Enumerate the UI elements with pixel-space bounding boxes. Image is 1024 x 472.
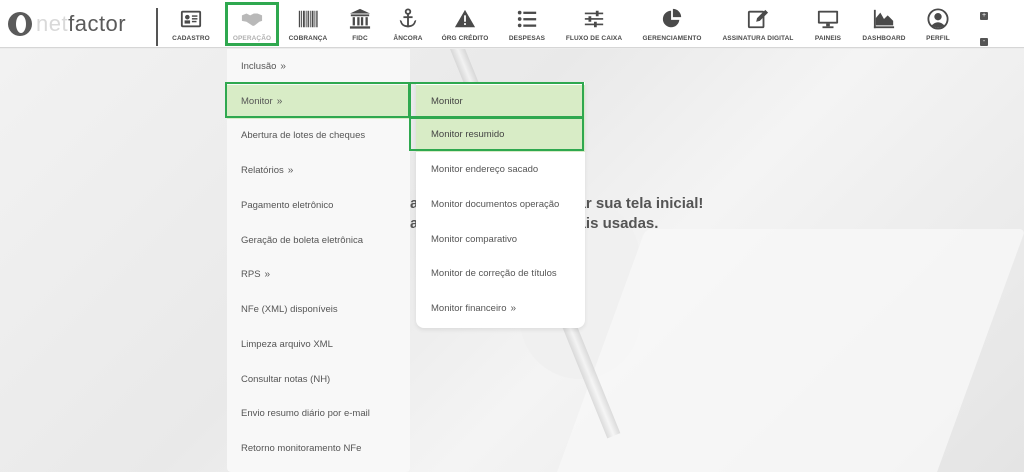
nav-label: PERFIL bbox=[926, 35, 950, 42]
menu-item-geracao-boleta[interactable]: Geração de boleta eletrônica bbox=[227, 224, 410, 258]
logo-text-factor: factor bbox=[68, 11, 127, 36]
nav-label: ÓRG CRÉDITO bbox=[441, 35, 489, 42]
menu-item-limpeza-xml[interactable]: Limpeza arquivo XML bbox=[227, 328, 410, 362]
warning-icon bbox=[454, 9, 476, 28]
top-navbar: net factor CADASTRO OPERAÇÃO COBRANÇA FI… bbox=[0, 0, 1024, 48]
menu-item-consultar-notas[interactable]: Consultar notas (NH) bbox=[227, 363, 410, 397]
menu-item-label: Monitor bbox=[241, 96, 273, 107]
logo-divider bbox=[156, 8, 158, 46]
expand-button[interactable]: + bbox=[980, 12, 988, 20]
menu-item-inclusao[interactable]: Inclusão» bbox=[227, 50, 410, 84]
menu-item-label: Pagamento eletrônico bbox=[241, 200, 334, 211]
submenu-item-monitor-documentos-operacao[interactable]: Monitor documentos operação bbox=[416, 188, 585, 222]
menu-item-label: Retorno monitoramento NFe bbox=[241, 443, 362, 454]
nav-label: PAINEIS bbox=[814, 35, 842, 42]
menu-item-label: Abertura de lotes de cheques bbox=[241, 130, 366, 141]
nav-label: ÂNCORA bbox=[393, 35, 423, 42]
chevron-right-icon: » bbox=[280, 61, 286, 72]
submenu-item-monitor-financeiro[interactable]: Monitor financeiro» bbox=[416, 292, 585, 326]
list-icon bbox=[517, 10, 537, 28]
handshake-icon bbox=[241, 13, 263, 26]
nav-label: DASHBOARD bbox=[862, 35, 906, 42]
menu-item-label: Geração de boleta eletrônica bbox=[241, 235, 363, 246]
nav-ancora[interactable]: ÂNCORA bbox=[390, 4, 426, 44]
bank-icon bbox=[349, 8, 371, 29]
menu-item-monitor[interactable]: Monitor» bbox=[227, 85, 410, 119]
nav-operacao[interactable]: OPERAÇÃO bbox=[228, 4, 276, 44]
nav-despesas[interactable]: DESPESAS bbox=[506, 4, 548, 44]
netfactor-logo[interactable]: net factor bbox=[8, 8, 148, 40]
menu-item-label: Relatórios bbox=[241, 165, 284, 176]
nav-cobranca[interactable]: COBRANÇA bbox=[286, 4, 330, 44]
nav-fidc[interactable]: FIDC bbox=[344, 4, 376, 44]
nav-cadastro[interactable]: CADASTRO bbox=[172, 4, 210, 44]
nav-label: FIDC bbox=[352, 35, 368, 42]
submenu-item-monitor-correcao-titulos[interactable]: Monitor de correção de títulos bbox=[416, 257, 585, 291]
monitor-icon bbox=[817, 10, 839, 29]
nav-orc-credito[interactable]: ÓRG CRÉDITO bbox=[440, 4, 490, 44]
nav-label: ASSINATURA DIGITAL bbox=[722, 35, 794, 42]
nav-fluxo-caixa[interactable]: FLUXO DE CAIXA bbox=[564, 4, 624, 44]
nav-label: DESPESAS bbox=[508, 35, 546, 42]
logo-text-net: net bbox=[36, 11, 69, 36]
menu-item-retorno-nfe[interactable]: Retorno monitoramento NFe bbox=[227, 432, 410, 466]
menu-item-rps[interactable]: RPS» bbox=[227, 258, 410, 292]
sliders-icon bbox=[584, 10, 604, 28]
menu-item-label: Limpeza arquivo XML bbox=[241, 339, 333, 350]
nav-assinatura-digital[interactable]: ASSINATURA DIGITAL bbox=[720, 4, 796, 44]
nav-label: FLUXO DE CAIXA bbox=[565, 35, 623, 42]
submenu-item-label: Monitor financeiro bbox=[431, 303, 507, 314]
nav-gerenciamento[interactable]: GERENCIAMENTO bbox=[640, 4, 704, 44]
collapse-button[interactable]: - bbox=[980, 38, 988, 46]
menu-item-nfe-xml[interactable]: NFe (XML) disponíveis bbox=[227, 293, 410, 327]
chevron-right-icon: » bbox=[276, 96, 283, 107]
submenu-item-monitor-comparativo[interactable]: Monitor comparativo bbox=[416, 223, 585, 257]
menu-item-label: RPS bbox=[241, 269, 261, 280]
menu-item-abertura-lotes[interactable]: Abertura de lotes de cheques bbox=[227, 119, 410, 153]
logo-mark-icon bbox=[8, 12, 32, 36]
nav-label: COBRANÇA bbox=[288, 35, 328, 42]
menu-item-label: Envio resumo diário por e-mail bbox=[241, 408, 370, 419]
menu-item-label: NFe (XML) disponíveis bbox=[241, 304, 338, 315]
barcode-icon bbox=[298, 10, 318, 28]
user-circle-icon bbox=[927, 8, 949, 30]
operacao-dropdown: Inclusão» Monitor» Abertura de lotes de … bbox=[227, 49, 410, 472]
nav-label: CADASTRO bbox=[172, 35, 210, 42]
menu-item-pagamento-eletronico[interactable]: Pagamento eletrônico bbox=[227, 189, 410, 223]
id-card-icon bbox=[180, 10, 202, 28]
submenu-item-monitor[interactable]: Monitor bbox=[416, 85, 585, 119]
menu-item-label: Inclusão bbox=[241, 61, 277, 72]
monitor-submenu: Monitor Monitor resumido Monitor endereç… bbox=[416, 82, 585, 328]
nav-label: GERENCIAMENTO bbox=[642, 35, 702, 42]
chevron-right-icon: » bbox=[510, 303, 517, 314]
nav-perfil[interactable]: PERFIL bbox=[922, 4, 954, 44]
nav-label: OPERAÇÃO bbox=[232, 35, 272, 42]
menu-item-label: Consultar notas (NH) bbox=[241, 374, 331, 385]
anchor-icon bbox=[399, 8, 417, 28]
submenu-item-monitor-endereco-sacado[interactable]: Monitor endereço sacado bbox=[416, 153, 585, 187]
edit-icon bbox=[747, 9, 769, 29]
menu-item-relatorios[interactable]: Relatórios» bbox=[227, 154, 410, 188]
menu-item-envio-resumo[interactable]: Envio resumo diário por e-mail bbox=[227, 397, 410, 431]
area-chart-icon bbox=[873, 9, 895, 29]
nav-dashboard[interactable]: DASHBOARD bbox=[860, 4, 908, 44]
chevron-right-icon: » bbox=[264, 269, 271, 280]
pie-chart-icon bbox=[662, 8, 682, 28]
nav-paineis[interactable]: PAINEIS bbox=[810, 4, 846, 44]
submenu-item-monitor-resumido[interactable]: Monitor resumido bbox=[416, 118, 585, 152]
chevron-right-icon: » bbox=[287, 165, 294, 176]
